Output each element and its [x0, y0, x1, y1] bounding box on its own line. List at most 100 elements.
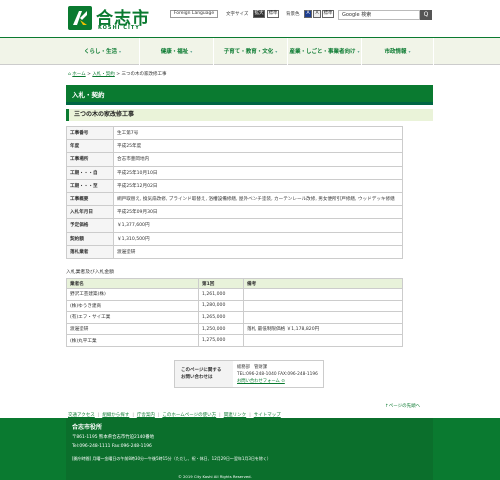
detail-label: 予定価格 — [66, 218, 114, 233]
detail-value: 生工第7号 — [113, 125, 403, 141]
contact-phone: TEL:096-248-1040 FAX:096-248-1196 — [237, 372, 318, 377]
page-title: 三つの木の家改修工事 — [66, 109, 433, 121]
search-input[interactable]: Google 検索 — [338, 10, 420, 20]
bg-dark-button[interactable]: A — [304, 10, 312, 18]
bidder-name: (株)丸平工業 — [66, 334, 199, 347]
font-standard-button[interactable]: 標準 — [267, 10, 279, 18]
contract-details-table: 工事番号 生工第7号 年度 平成25年度 工事場所 合志市豊岡地内 工期・・・自 平成2… — [66, 125, 403, 259]
column-header: 備考 — [243, 278, 403, 289]
table-row: 工期・・・至 平成25年12月02日 — [66, 178, 403, 193]
column-header: 業者名 — [66, 278, 199, 289]
search-button[interactable]: Q — [420, 10, 432, 20]
footer-tel: Tel:096-248-1111 Fax:096-248-1196 — [72, 444, 152, 449]
font-size-label: 文字サイズ — [226, 12, 249, 17]
nav-item-business[interactable]: 産業・しごと・事業者向け ▾ — [288, 38, 362, 65]
detail-value: 渡邊塗研 — [113, 244, 403, 259]
bg-color-label: 背景色 — [286, 12, 300, 17]
bidder-name: 渡邊塗研 — [66, 322, 199, 336]
table-header-row: 業者名 第1回 備考 — [66, 278, 403, 289]
detail-value: 平成25年09月30日 — [113, 205, 403, 220]
table-row: 野沢工芸建築(株) 1,261,000 — [66, 288, 403, 301]
table-row: 工事番号 生工第7号 — [66, 125, 403, 141]
table-row: (株)ゆうき建商 1,280,000 — [66, 299, 403, 313]
bids-caption: 入札業者及び入札金額 — [66, 270, 114, 275]
contact-info: 総務部 管財課 TEL:096-248-1040 FAX:096-248-119… — [237, 364, 318, 385]
detail-label: 入札年月日 — [66, 205, 114, 220]
column-header: 第1回 — [198, 278, 244, 289]
contact-department: 総務部 管財課 — [237, 365, 268, 370]
nav-item-living[interactable]: くらし・生活 ▾ — [66, 38, 140, 65]
detail-label: 年度 — [66, 139, 114, 154]
detail-value: 平成25年10月10日 — [113, 165, 403, 180]
contact-label-line: このページに関する — [181, 368, 222, 373]
detail-value: 平成25年12月02日 — [113, 178, 403, 193]
nav-item-city-info[interactable]: 市政情報 ▾ — [362, 38, 434, 65]
nav-label: くらし・生活 — [83, 49, 117, 55]
global-nav: くらし・生活 ▾ 健康・福祉 ▾ 子育て・教育・文化 ▾ 産業・しごと・事業者向け ▾ … — [0, 37, 500, 65]
nav-label: 産業・しごと・事業者向け — [289, 49, 356, 55]
chevron-down-icon: ▾ — [275, 49, 278, 54]
detail-value: ￥1,310,500円 — [113, 231, 403, 246]
bid-amount: 1,275,000 — [198, 334, 244, 347]
bid-amount: 1,250,000 — [198, 322, 244, 336]
nav-label: 市政情報 — [384, 49, 407, 55]
foreign-language-button[interactable]: Foreign Language — [170, 10, 218, 18]
detail-label: 工期・・・至 — [66, 178, 114, 193]
bid-remark: 落札 最低制限価格 ￥1,178,820円 — [243, 322, 403, 336]
bidder-name: (有)エフ・サイ工業 — [66, 311, 199, 324]
table-row: 年度 平成25年度 — [66, 139, 403, 154]
contact-form-link[interactable]: お問い合わせフォーム ⊙ — [237, 378, 318, 385]
detail-label: 工事概要 — [66, 191, 114, 207]
site-header: 合志市 KOSHI CITY Foreign Language 文字サイズ 拡大… — [0, 0, 500, 37]
table-row: 工事場所 合志市豊岡地内 — [66, 152, 403, 167]
site-logo-subtitle: KOSHI CITY — [98, 25, 140, 31]
detail-value: 合志市豊岡地内 — [113, 152, 403, 167]
detail-value: 平成25年度 — [113, 139, 403, 154]
footer-city-office-name: 合志市役所 — [72, 424, 103, 431]
footer-copyright: © 2019 City Koshi All Rights Reserved. — [178, 474, 252, 479]
home-icon: ⌂ — [68, 72, 71, 77]
detail-label: 工事場所 — [66, 152, 114, 167]
chevron-down-icon: ▾ — [190, 49, 193, 54]
detail-value: ￥1,377,600円 — [113, 218, 403, 233]
detail-label: 工期・・・自 — [66, 165, 114, 180]
table-row: 入札年月日 平成25年09月30日 — [66, 205, 403, 220]
bidder-name: (株)ゆうき建商 — [66, 299, 199, 313]
table-row: 工事概要 網戸取替え, 換気扇改修, ブラインド取替え, 浴槽設備修繕, 屋外ベン… — [66, 191, 403, 207]
nav-item-childcare[interactable]: 子育て・教育・文化 ▾ — [214, 38, 288, 65]
detail-value: 網戸取替え, 換気扇改修, ブラインド取替え, 浴槽設備修繕, 屋外ベンチ塗装,… — [113, 191, 403, 207]
bid-amount: 1,280,000 — [198, 299, 244, 313]
table-row: 契約額 ￥1,310,500円 — [66, 231, 403, 246]
table-row: (有)エフ・サイ工業 1,265,000 — [66, 311, 403, 324]
table-row: 工期・・・自 平成25年10月10日 — [66, 165, 403, 180]
chevron-down-icon: ▾ — [119, 49, 122, 54]
bid-amount: 1,261,000 — [198, 288, 244, 301]
table-row: 予定価格 ￥1,377,600円 — [66, 218, 403, 233]
bid-amount: 1,265,000 — [198, 311, 244, 324]
breadcrumb-home-link[interactable]: ホーム — [72, 72, 85, 77]
bg-standard-button[interactable]: 標準 — [322, 10, 334, 18]
contact-label: このページに関する お問い合わせは — [175, 361, 233, 387]
nav-item-health[interactable]: 健康・福祉 ▾ — [140, 38, 214, 65]
detail-label: 工事番号 — [66, 125, 114, 141]
bid-remark — [243, 299, 403, 313]
bg-light-button[interactable]: A — [313, 10, 321, 18]
breadcrumb-bidding-link[interactable]: 入札・契約 — [92, 72, 115, 77]
bid-remark — [243, 311, 403, 324]
detail-label: 落札業者 — [66, 244, 114, 259]
section-heading: 入札・契約 — [66, 85, 433, 105]
table-row: 渡邊塗研 1,250,000 落札 最低制限価格 ￥1,178,820円 — [66, 322, 403, 336]
breadcrumb: ⌂ ホーム > 入札・契約 > 三つの木の家改修工事 — [68, 71, 166, 77]
footer-hours: [開庁時間] 月曜～金曜日の午前8時30分～午後5時15分（ただし、祝・休日、1… — [72, 456, 271, 461]
detail-label: 契約額 — [66, 231, 114, 246]
font-enlarge-button[interactable]: 拡大 — [253, 10, 265, 18]
chevron-down-icon: ▾ — [408, 49, 411, 54]
footer-inner — [66, 418, 433, 480]
nav-label: 子育て・教育・文化 — [223, 49, 274, 55]
contact-label-line: お問い合わせは — [181, 375, 213, 380]
table-row: 落札業者 渡邊塗研 — [66, 244, 403, 259]
back-to-top-link[interactable]: ↑ページの先頭へ — [385, 403, 420, 409]
footer-address: 〒861-1195 熊本県合志市竹迫2140番地 — [72, 435, 155, 440]
breadcrumb-current: 三つの木の家改修工事 — [121, 72, 167, 77]
city-emblem-icon[interactable] — [68, 6, 92, 30]
